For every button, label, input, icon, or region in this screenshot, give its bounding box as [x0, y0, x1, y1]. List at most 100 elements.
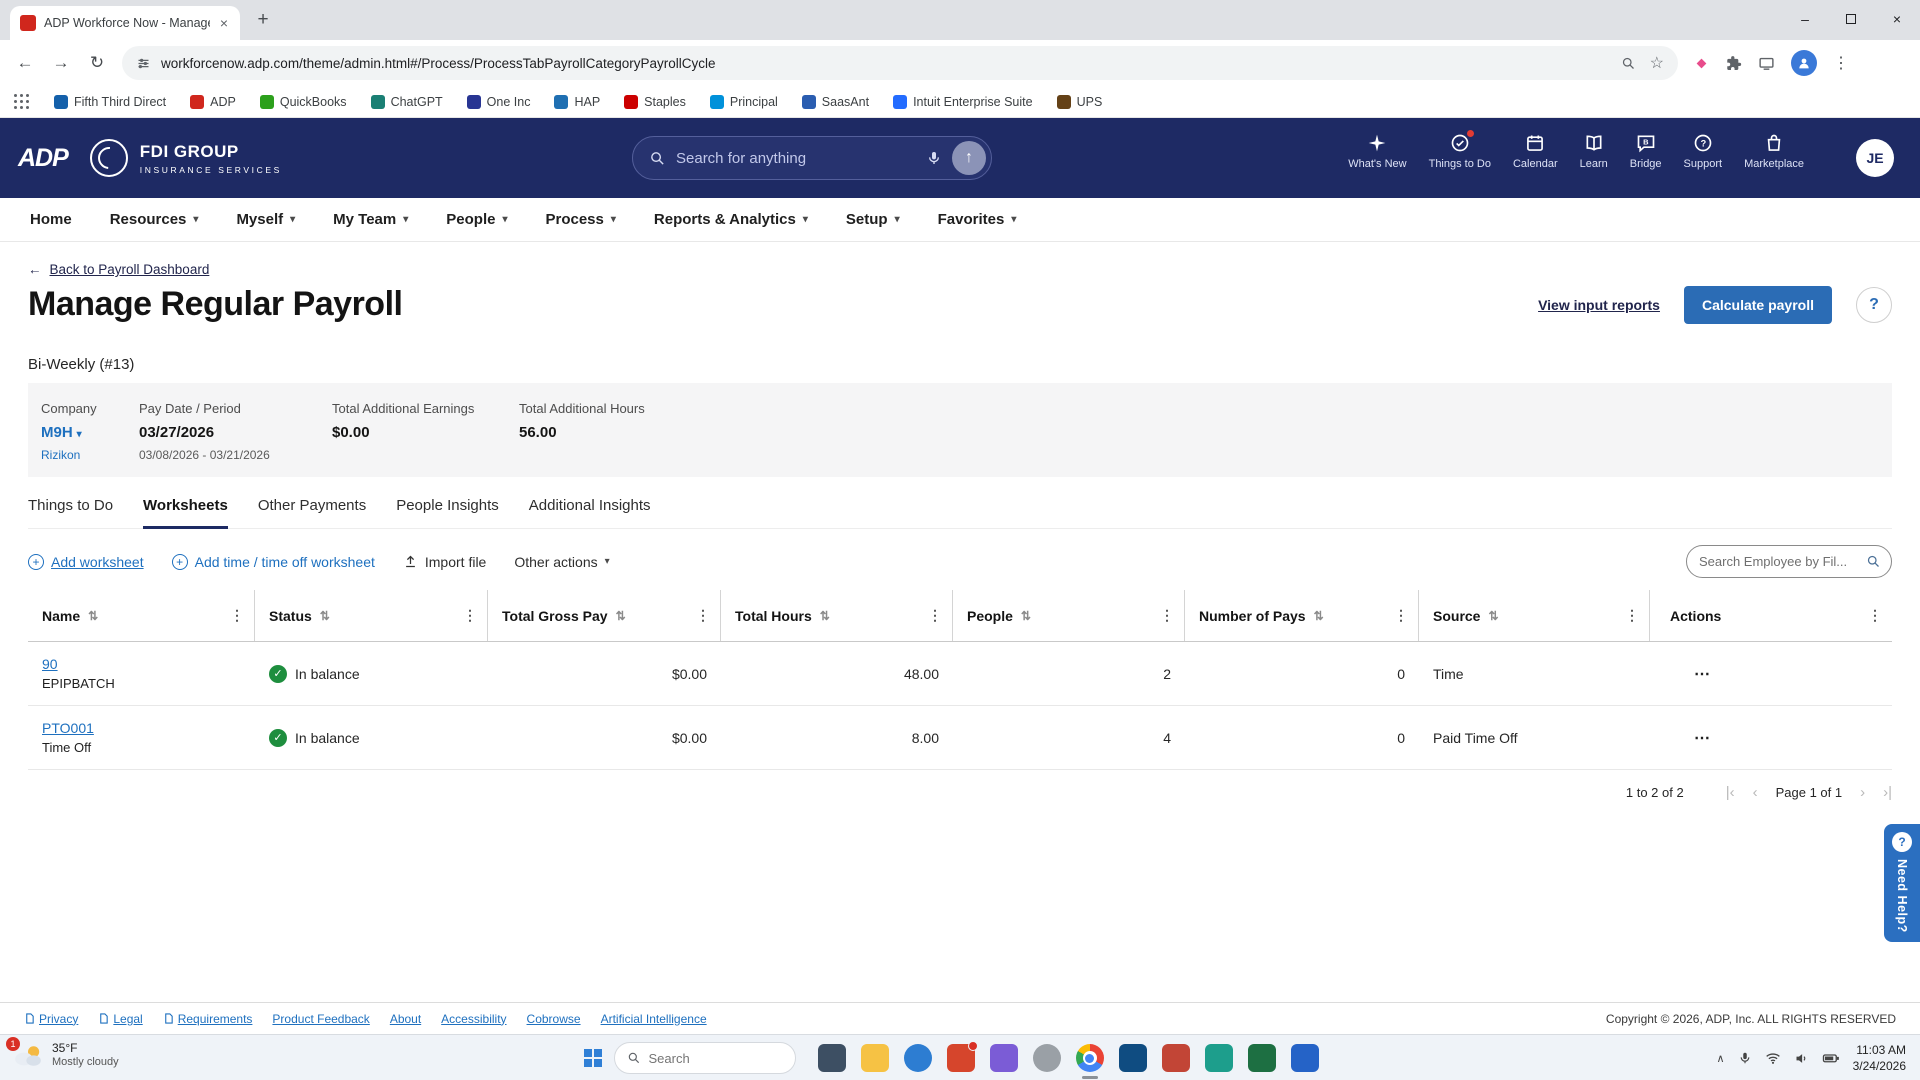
taskbar-app-icon[interactable] [1290, 1044, 1319, 1072]
taskbar-app-icon[interactable] [946, 1041, 978, 1072]
things-to-do-button[interactable]: Things to Do [1429, 129, 1491, 170]
apps-grid-icon[interactable] [14, 93, 30, 110]
column-menu-icon[interactable]: ⋮ [463, 607, 477, 624]
row-actions-menu-icon[interactable]: ⋯ [1650, 728, 1892, 748]
view-input-reports-link[interactable]: View input reports [1538, 297, 1660, 313]
company-selector[interactable]: M9H ▾ [41, 424, 129, 441]
bookmark-item[interactable]: SaasAnt [801, 94, 869, 109]
tray-expand-icon[interactable]: ∧ [1717, 1052, 1725, 1065]
marketplace-button[interactable]: Marketplace [1744, 133, 1804, 170]
browser-profile-avatar[interactable] [1791, 50, 1817, 76]
reload-button[interactable]: ↻ [80, 46, 114, 80]
sort-icon[interactable]: ⇅ [88, 609, 98, 623]
import-file-button[interactable]: Import file [403, 554, 486, 570]
minimize-button[interactable]: – [1782, 0, 1828, 38]
help-button[interactable]: ? [1856, 286, 1892, 323]
footer-link-product-feedback[interactable]: Product Feedback [272, 1012, 369, 1026]
column-header-status[interactable]: Status ⇅ ⋮ [255, 590, 488, 641]
column-menu-icon[interactable]: ⋮ [1868, 607, 1882, 624]
taskbar-app-icon[interactable] [1247, 1044, 1276, 1072]
footer-link-cobrowse[interactable]: Cobrowse [527, 1012, 581, 1026]
taskbar-app-icon[interactable] [1118, 1044, 1147, 1072]
add-time-worksheet-button[interactable]: + Add time / time off worksheet [171, 553, 375, 570]
weather-widget[interactable]: 1 35°F Mostly cloudy [6, 1036, 119, 1068]
bookmark-item[interactable]: ADP [190, 94, 236, 109]
back-button[interactable]: ← [8, 46, 42, 80]
browser-tab[interactable]: ADP Workforce Now - Manage × [10, 6, 240, 40]
previous-page-icon[interactable]: ‹ [1753, 784, 1758, 801]
taskbar-app-icon[interactable] [1032, 1044, 1061, 1072]
column-menu-icon[interactable]: ⋮ [1625, 607, 1639, 624]
bookmark-item[interactable]: UPS [1056, 94, 1102, 109]
close-window-button[interactable]: × [1874, 0, 1920, 38]
new-tab-button[interactable]: + [250, 7, 276, 33]
taskbar-app-icon[interactable] [817, 1044, 846, 1072]
footer-link-accessibility[interactable]: Accessibility [441, 1012, 506, 1026]
search-icon[interactable] [1866, 554, 1881, 569]
tab-people-insights[interactable]: People Insights [396, 497, 499, 528]
back-to-payroll-dashboard-link[interactable]: Back to Payroll Dashboard [50, 262, 210, 277]
nav-item-resources[interactable]: Resources ▾ [110, 211, 199, 228]
tab-other-payments[interactable]: Other Payments [258, 497, 366, 528]
column-header-total-hours[interactable]: Total Hours ⇅ ⋮ [721, 590, 953, 641]
table-row[interactable]: PTO001 Time Off ✓ In balance $0.00 8.00 … [28, 706, 1892, 770]
add-worksheet-button[interactable]: + Add worksheet [28, 553, 144, 570]
taskbar-chrome-icon[interactable] [1075, 1044, 1104, 1079]
column-header-name[interactable]: Name ⇅ ⋮ [28, 590, 255, 641]
footer-link-privacy[interactable]: Privacy [24, 1012, 78, 1026]
company-name-link[interactable]: Rizikon [41, 448, 129, 462]
url-input[interactable] [161, 55, 1611, 71]
global-search-input[interactable] [676, 149, 916, 167]
browser-menu-icon[interactable]: ⋮ [1833, 53, 1849, 73]
footer-link-requirements[interactable]: Requirements [163, 1012, 252, 1026]
nav-item-process[interactable]: Process ▾ [545, 211, 615, 228]
sort-icon[interactable]: ⇅ [1021, 609, 1031, 623]
tab-additional-insights[interactable]: Additional Insights [529, 497, 651, 528]
bridge-button[interactable]: B Bridge [1630, 133, 1662, 170]
need-help-button[interactable]: ? Need Help? [1884, 824, 1920, 942]
calculate-payroll-button[interactable]: Calculate payroll [1683, 285, 1832, 324]
learn-button[interactable]: Learn [1580, 133, 1608, 170]
bookmark-item[interactable]: ChatGPT [370, 94, 443, 109]
column-header-total-gross-pay[interactable]: Total Gross Pay ⇅ ⋮ [488, 590, 721, 641]
worksheet-link[interactable]: PTO001 [42, 720, 94, 736]
support-button[interactable]: ? Support [1684, 133, 1722, 170]
user-avatar[interactable]: JE [1856, 139, 1894, 177]
tab-close-icon[interactable]: × [218, 15, 230, 31]
battery-icon[interactable] [1822, 1049, 1840, 1067]
column-header-source[interactable]: Source ⇅ ⋮ [1419, 590, 1650, 641]
tab-things-to-do[interactable]: Things to Do [28, 497, 113, 528]
footer-link-legal[interactable]: Legal [98, 1012, 143, 1026]
nav-item-favorites[interactable]: Favorites ▾ [938, 211, 1017, 228]
table-row[interactable]: 90 EPIPBATCH ✓ In balance $0.00 48.00 2 … [28, 642, 1892, 706]
taskbar-app-icon[interactable] [1204, 1044, 1233, 1072]
nav-item-home[interactable]: Home [30, 211, 72, 228]
nav-item-people[interactable]: People ▾ [446, 211, 507, 228]
pink-extension-icon[interactable] [1694, 56, 1709, 71]
worksheet-link[interactable]: 90 [42, 656, 58, 672]
sort-icon[interactable]: ⇅ [320, 609, 330, 623]
taskbar-app-icon[interactable] [860, 1044, 889, 1072]
first-page-icon[interactable]: |‹ [1726, 784, 1735, 801]
nav-item-myself[interactable]: Myself ▾ [236, 211, 295, 228]
column-header-number-of-pays[interactable]: Number of Pays ⇅ ⋮ [1185, 590, 1419, 641]
column-menu-icon[interactable]: ⋮ [696, 607, 710, 624]
mic-icon[interactable] [1738, 1051, 1752, 1065]
device-toolbar-icon[interactable] [1758, 55, 1775, 72]
employee-search-input[interactable] [1699, 554, 1858, 569]
footer-link-about[interactable]: About [390, 1012, 421, 1026]
sort-icon[interactable]: ⇅ [616, 609, 626, 623]
start-button[interactable] [584, 1049, 602, 1067]
nav-item-reports-analytics[interactable]: Reports & Analytics ▾ [654, 211, 808, 228]
taskbar-app-icon[interactable] [1161, 1044, 1190, 1072]
sort-icon[interactable]: ⇅ [820, 609, 830, 623]
forward-button[interactable]: → [44, 46, 78, 80]
next-page-icon[interactable]: › [1860, 784, 1865, 801]
nav-item-my-team[interactable]: My Team ▾ [333, 211, 408, 228]
taskbar-search[interactable] [613, 1042, 796, 1074]
taskbar-app-icon[interactable] [903, 1044, 932, 1072]
whats-new-button[interactable]: What's New [1348, 133, 1407, 170]
bookmark-item[interactable]: Staples [624, 94, 686, 109]
employee-search[interactable] [1686, 545, 1892, 578]
column-header-actions[interactable]: Actions ⋮ [1650, 590, 1892, 641]
